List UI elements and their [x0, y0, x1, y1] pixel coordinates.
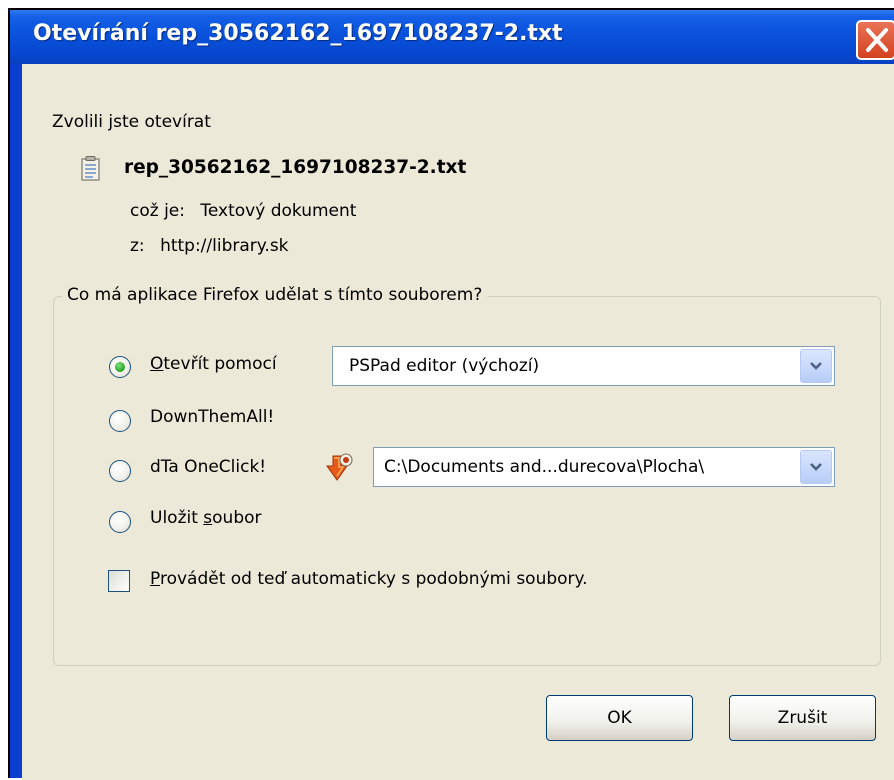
groupbox-legend: Co má aplikace Firefox udělat s tímto so… [62, 285, 488, 305]
text-file-icon [80, 156, 102, 187]
file-source-row: z: http://library.sk [130, 236, 289, 256]
file-type-row: což je: Textový dokument [130, 201, 356, 221]
dropdown-button[interactable] [800, 349, 832, 383]
radio-selected-dot [115, 362, 125, 372]
chevron-down-icon [810, 463, 822, 471]
file-name: rep_30562162_1697108237-2.txt [124, 157, 467, 178]
radio-save-file[interactable] [109, 511, 131, 533]
radio-open-with[interactable] [109, 356, 131, 378]
file-source-value: http://library.sk [160, 236, 289, 256]
oneclick-path-dropdown[interactable]: C:\Documents and...durecova\Plocha\ [373, 447, 835, 487]
cancel-button[interactable]: Zrušit [729, 695, 876, 741]
radio-downthemall-label[interactable]: DownThemAll! [150, 407, 274, 427]
radio-downthemall[interactable] [109, 410, 131, 432]
oneclick-path-value: C:\Documents and...durecova\Plocha\ [384, 457, 705, 477]
remember-checkbox[interactable] [108, 570, 130, 592]
file-type-label: což je: [130, 201, 185, 221]
label-text: oubor [212, 508, 262, 528]
accel-char: s [203, 508, 213, 528]
radio-dta-oneclick-label[interactable]: dTa OneClick! [150, 457, 266, 477]
title-bar[interactable]: Otevírání rep_30562162_1697108237-2.txt [10, 10, 894, 64]
radio-dta-oneclick[interactable] [109, 460, 131, 482]
dropdown-button[interactable] [800, 450, 832, 484]
radio-save-file-label[interactable]: Uložit soubor [150, 508, 262, 528]
ok-button[interactable]: OK [546, 695, 693, 741]
accel-char: P [150, 569, 160, 589]
accel-char: O [150, 354, 164, 374]
label-text: rovádět od teď automaticky s podobnými s… [159, 569, 588, 589]
open-with-dropdown[interactable]: PSPad editor (výchozí) [332, 346, 835, 386]
label-text: tevřít pomocí [163, 354, 277, 374]
intro-label: Zvolili jste otevírat [52, 112, 211, 132]
radio-open-with-label[interactable]: Otevřít pomocí [150, 354, 277, 374]
file-source-label: z: [130, 236, 145, 256]
close-icon [866, 28, 888, 52]
file-type-value: Textový dokument [200, 201, 357, 221]
window-title: Otevírání rep_30562162_1697108237-2.txt [33, 21, 563, 46]
label-text: Uložit [150, 508, 204, 528]
remember-checkbox-label[interactable]: Provádět od teď automaticky s podobnými … [150, 569, 588, 589]
close-button[interactable] [856, 20, 894, 60]
dta-oneclick-icon [324, 452, 354, 489]
chevron-down-icon [810, 362, 822, 370]
open-with-value: PSPad editor (výchozí) [349, 356, 540, 376]
